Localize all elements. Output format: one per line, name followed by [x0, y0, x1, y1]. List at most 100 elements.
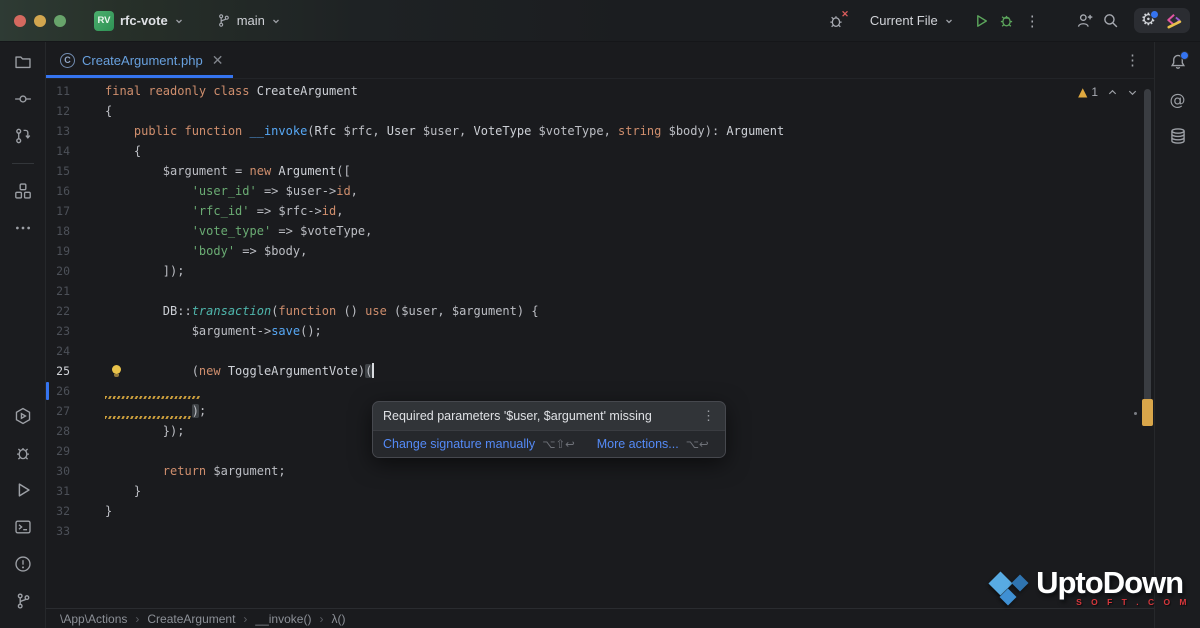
line-number[interactable]: 23 [46, 321, 70, 341]
line-number[interactable]: 24 [46, 341, 70, 361]
line-number[interactable]: 31 [46, 481, 70, 501]
watermark-subtitle: S O F T . C O M [1076, 597, 1190, 607]
line-number[interactable]: 20 [46, 261, 70, 281]
tooltip-more-icon[interactable]: ⋮ [702, 408, 715, 424]
uptodown-logo-icon [989, 568, 1033, 612]
ai-assistant-icon[interactable]: @ [1168, 89, 1188, 109]
zoom-window-button[interactable] [54, 15, 66, 27]
code-line[interactable]: 15 $argument = new Argument([ [46, 161, 1154, 181]
services-icon[interactable] [13, 406, 33, 426]
code-line[interactable]: 21 [46, 281, 1154, 301]
code-line[interactable]: 33 [46, 521, 1154, 541]
database-icon[interactable] [1168, 126, 1188, 146]
code-line[interactable]: 14 { [46, 141, 1154, 161]
tooltip-action-link[interactable]: Change signature manually [383, 437, 535, 451]
code-line[interactable]: 26 [46, 381, 1154, 401]
php-class-icon: C [60, 53, 75, 68]
line-number[interactable]: 30 [46, 461, 70, 481]
line-number[interactable]: 14 [46, 141, 70, 161]
line-number[interactable]: 25 [46, 361, 70, 381]
editor-options-icon[interactable]: ⋮ [1125, 51, 1140, 69]
more-actions-button[interactable]: ⋮ [1020, 8, 1046, 34]
stop-listening-x: ✕ [841, 10, 849, 19]
code-line[interactable]: 18 'vote_type' => $voteType, [46, 221, 1154, 241]
problems-icon[interactable] [13, 554, 33, 574]
line-number[interactable]: 19 [46, 241, 70, 261]
intention-bulb-icon[interactable] [112, 365, 121, 374]
code-line[interactable]: 23 $argument->save(); [46, 321, 1154, 341]
prev-problem-icon[interactable] [1107, 87, 1118, 98]
code-line[interactable]: 12{ [46, 101, 1154, 121]
next-problem-icon[interactable] [1127, 87, 1138, 98]
code-line[interactable]: 30 return $argument; [46, 461, 1154, 481]
code-line[interactable]: 22 DB::transaction(function () use ($use… [46, 301, 1154, 321]
debug-button[interactable] [994, 8, 1020, 34]
line-number[interactable]: 33 [46, 521, 70, 541]
code-line[interactable]: 32} [46, 501, 1154, 521]
debug-tool-icon[interactable] [13, 443, 33, 463]
code-line[interactable]: 20 ]); [46, 261, 1154, 281]
warning-count[interactable]: 1 [1091, 85, 1098, 99]
git-icon[interactable] [13, 591, 33, 611]
warning-stripe-marker[interactable] [1142, 399, 1153, 426]
inspections-widget[interactable]: ▲ 1 [1078, 85, 1138, 99]
settings-gear-icon[interactable]: ⚙ [1141, 12, 1156, 29]
notifications-bell-icon[interactable] [1168, 52, 1188, 72]
commit-icon[interactable] [13, 89, 33, 109]
code-line[interactable]: 13 public function __invoke(Rfc $rfc, Us… [46, 121, 1154, 141]
line-number[interactable]: 28 [46, 421, 70, 441]
breadcrumb-item[interactable]: CreateArgument [147, 612, 235, 626]
branch-name: main [237, 13, 265, 28]
line-number[interactable]: 18 [46, 221, 70, 241]
code-line[interactable]: 19 'body' => $body, [46, 241, 1154, 261]
line-number[interactable]: 13 [46, 121, 70, 141]
debug-listener-button[interactable]: ✕ [824, 8, 850, 34]
code-line[interactable]: 11final readonly class CreateArgument [46, 81, 1154, 101]
line-number[interactable]: 12 [46, 101, 70, 121]
close-window-button[interactable] [14, 15, 26, 27]
search-everywhere-button[interactable] [1098, 8, 1124, 34]
terminal-icon[interactable] [13, 517, 33, 537]
line-number[interactable]: 21 [46, 281, 70, 301]
phpstorm-logo-icon[interactable] [1164, 11, 1183, 30]
line-number[interactable]: 27 [46, 401, 70, 421]
line-number[interactable]: 22 [46, 301, 70, 321]
more-tools-icon[interactable] [13, 218, 33, 238]
minimize-window-button[interactable] [34, 15, 46, 27]
watermark-title: UptoDown [1036, 567, 1190, 598]
line-number[interactable]: 29 [46, 441, 70, 461]
branch-selector[interactable]: main [210, 10, 287, 31]
code-line[interactable]: 16 'user_id' => $user->id, [46, 181, 1154, 201]
breadcrumb-item[interactable]: λ() [331, 612, 345, 626]
line-number[interactable]: 11 [46, 81, 70, 101]
run-configuration-selector[interactable]: Current File [870, 13, 954, 28]
code-line[interactable]: 17 'rfc_id' => $rfc->id, [46, 201, 1154, 221]
pull-requests-icon[interactable] [13, 126, 33, 146]
breadcrumb-item[interactable]: __invoke() [255, 612, 311, 626]
code-text: } [105, 501, 112, 521]
project-selector[interactable]: RV rfc-vote [88, 8, 190, 34]
window-controls [14, 15, 66, 27]
line-number[interactable]: 16 [46, 181, 70, 201]
tooltip-action-link[interactable]: More actions... [597, 437, 679, 451]
code-line[interactable]: 31 } [46, 481, 1154, 501]
chevron-down-icon [944, 16, 954, 26]
project-folder-icon[interactable] [13, 52, 33, 72]
line-number[interactable]: 15 [46, 161, 70, 181]
breadcrumb-item[interactable]: \App\Actions [60, 612, 127, 626]
code-line[interactable]: 24 [46, 341, 1154, 361]
structure-icon[interactable] [13, 181, 33, 201]
line-number[interactable]: 32 [46, 501, 70, 521]
editor[interactable]: 11final readonly class CreateArgument12{… [46, 79, 1154, 608]
run-button[interactable] [968, 8, 994, 34]
tab-createargument-php[interactable]: C CreateArgument.php ✕ [46, 42, 233, 78]
code-text: 'vote_type' => $voteType, [105, 221, 372, 241]
code-with-me-button[interactable] [1072, 8, 1098, 34]
editor-tab-bar: C CreateArgument.php ✕ ⋮ [46, 42, 1154, 79]
line-number[interactable]: 17 [46, 201, 70, 221]
editor-scrollbar[interactable] [1144, 89, 1151, 421]
line-number[interactable]: 26 [46, 381, 70, 401]
close-tab-icon[interactable]: ✕ [212, 52, 224, 69]
run-tool-icon[interactable] [13, 480, 33, 500]
code-line[interactable]: 25 (new ToggleArgumentVote)( [46, 361, 1154, 381]
